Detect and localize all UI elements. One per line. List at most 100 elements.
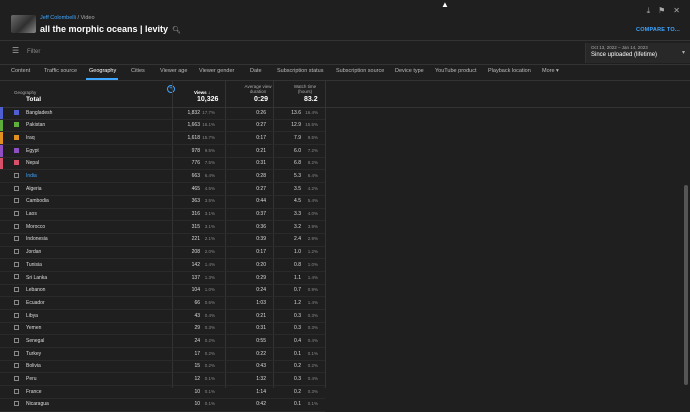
country-name[interactable]: Sri Lanka [26, 275, 47, 281]
tab-viewer-age[interactable]: Viewer age [160, 68, 187, 74]
table-row[interactable]: Nepal 776 7.5% 0:31 6.8 8.2% [0, 157, 325, 171]
filter-input[interactable]: Filter [27, 49, 40, 55]
table-row[interactable]: Jordan 208 2.0% 0:17 1.0 1.2% [0, 247, 325, 260]
row-checkbox[interactable] [14, 249, 19, 255]
row-checkbox[interactable] [14, 147, 19, 153]
table-row[interactable]: Lebanon 104 1.0% 0:24 0.7 0.9% [0, 285, 325, 298]
country-name[interactable]: Algeria [26, 186, 42, 192]
country-name[interactable]: Libya [26, 313, 38, 319]
country-name[interactable]: Cambodia [26, 198, 49, 204]
tab-subscription-source[interactable]: Subscription source [336, 68, 384, 74]
table-row[interactable]: Algeria 465 4.5% 0:27 3.5 4.2% [0, 183, 325, 196]
table-row[interactable]: Indonesia 221 2.1% 0:39 2.4 2.9% [0, 234, 325, 247]
table-row[interactable]: Turkey 17 0.2% 0:22 0.1 0.1% [0, 348, 325, 361]
download-icon[interactable]: ⤓ [647, 6, 651, 16]
video-thumbnail[interactable] [11, 15, 36, 33]
country-name[interactable]: Yemen [26, 325, 41, 331]
table-row[interactable]: Morocco 315 3.1% 0:36 3.2 3.9% [0, 221, 325, 234]
video-title-wrap[interactable]: all the morphic oceans | levity 🔍︎ [40, 24, 181, 34]
table-row[interactable]: Yemen 29 0.3% 0:31 0.3 0.3% [0, 323, 325, 336]
country-name[interactable]: Nicaragua [26, 401, 49, 407]
row-checkbox[interactable] [14, 122, 19, 128]
watch-time-column-header[interactable]: Watch time (hours) [290, 84, 320, 94]
country-name[interactable]: Lebanon [26, 287, 45, 293]
country-name[interactable]: France [26, 389, 42, 395]
row-checkbox[interactable] [14, 160, 19, 166]
views-column-header[interactable]: Views ↓ [194, 90, 210, 95]
tab-youtube-product[interactable]: YouTube product [435, 68, 477, 74]
row-checkbox[interactable] [14, 375, 19, 381]
row-checkbox[interactable] [14, 172, 19, 178]
table-row[interactable]: France 10 0.1% 1:14 0.2 0.3% [0, 386, 325, 399]
geography-column-header[interactable]: Geography [14, 90, 36, 95]
country-name[interactable]: Egypt [26, 148, 39, 154]
channel-link[interactable]: Jeff Colombelli [40, 15, 76, 21]
table-row[interactable]: Cambodia 363 3.5% 0:44 4.5 5.4% [0, 196, 325, 209]
country-name[interactable]: Bolivia [26, 363, 41, 369]
row-checkbox[interactable] [14, 350, 19, 356]
table-row[interactable]: Ecuador 66 0.6% 1:03 1.2 1.4% [0, 297, 325, 310]
row-checkbox[interactable] [14, 134, 19, 140]
country-name[interactable]: Pakistan [26, 122, 45, 128]
table-row[interactable]: Peru 12 0.1% 1:32 0.3 0.4% [0, 373, 325, 387]
date-range-selector[interactable]: Oct 13, 2022 – Jan 14, 2023 Since upload… [585, 43, 690, 63]
table-row[interactable]: Iraq 1,618 15.7% 0:17 7.9 9.5% [0, 132, 325, 146]
tab-playback-location[interactable]: Playback location [488, 68, 531, 74]
tab-device-type[interactable]: Device type [395, 68, 424, 74]
row-checkbox[interactable] [14, 401, 19, 407]
table-row[interactable]: Laos 316 3.1% 0:37 3.3 4.0% [0, 209, 325, 222]
row-checkbox[interactable] [14, 109, 19, 115]
scrollbar[interactable] [684, 185, 688, 385]
table-row[interactable]: Pakistan 1,663 16.1% 0:27 12.9 15.5% [0, 119, 325, 133]
tab-more[interactable]: More [542, 68, 555, 74]
row-checkbox[interactable] [14, 211, 19, 216]
tab-content[interactable]: Content [11, 68, 30, 74]
tab-viewer-gender[interactable]: Viewer gender [199, 68, 234, 74]
country-name[interactable]: Laos [26, 211, 37, 217]
country-name[interactable]: Peru [26, 376, 37, 382]
compare-to-button[interactable]: COMPARE TO... [636, 27, 680, 33]
close-icon[interactable]: ✕ [673, 6, 680, 16]
country-name[interactable]: Senegal [26, 338, 44, 344]
search-icon[interactable]: 🔍︎ [172, 26, 181, 34]
tab-cities[interactable]: Cities [131, 68, 145, 74]
country-name[interactable]: India [26, 173, 37, 179]
table-row[interactable]: Tunisia 142 1.4% 0:20 0.8 1.0% [0, 259, 325, 272]
country-name[interactable]: Tunisia [26, 262, 42, 268]
country-name[interactable]: Iraq [26, 135, 35, 141]
filter-icon[interactable]: ☰ [12, 46, 19, 55]
feedback-icon[interactable]: ⚑ [658, 6, 665, 16]
table-row[interactable]: Egypt 978 9.5% 0:21 6.0 7.2% [0, 145, 325, 158]
row-checkbox[interactable] [14, 325, 19, 331]
row-checkbox[interactable] [14, 337, 19, 343]
row-checkbox[interactable] [14, 287, 19, 293]
row-checkbox[interactable] [14, 236, 19, 242]
tab-subscription-status[interactable]: Subscription status [277, 68, 323, 74]
table-row[interactable]: Bangladesh 1,832 17.7% 0:26 13.6 16.4% [0, 107, 325, 120]
row-checkbox[interactable] [14, 261, 19, 267]
row-checkbox[interactable] [14, 198, 19, 204]
add-metric-button[interactable]: + [167, 85, 175, 93]
tab-date[interactable]: Date [250, 68, 262, 74]
table-row[interactable]: Libya 43 0.4% 0:21 0.3 0.3% [0, 310, 325, 323]
country-name[interactable]: Jordan [26, 249, 41, 255]
tab-geography[interactable]: Geography [89, 68, 116, 74]
tab-traffic-source[interactable]: Traffic source [44, 68, 77, 74]
row-checkbox[interactable] [14, 312, 19, 318]
country-name[interactable]: Turkey [26, 351, 41, 357]
country-name[interactable]: Bangladesh [26, 110, 52, 116]
table-row[interactable]: Bolivia 15 0.2% 0:43 0.2 0.2% [0, 361, 325, 374]
table-row[interactable]: Senegal 24 0.2% 0:55 0.4 0.4% [0, 335, 325, 349]
country-name[interactable]: Nepal [26, 160, 39, 166]
row-checkbox[interactable] [14, 274, 19, 280]
country-name[interactable]: Ecuador [26, 300, 45, 306]
avd-column-header[interactable]: Average view duration [240, 84, 276, 94]
row-checkbox[interactable] [14, 388, 19, 394]
table-row[interactable]: India 663 6.4% 0:28 5.3 6.4% [0, 170, 325, 184]
row-checkbox[interactable] [14, 299, 19, 305]
row-checkbox[interactable] [14, 363, 19, 369]
country-name[interactable]: Indonesia [26, 236, 48, 242]
table-row[interactable]: Sri Lanka 137 1.3% 0:29 1.1 1.4% [0, 272, 325, 285]
table-row[interactable]: Nicaragua 10 0.1% 0:42 0.1 0.1% [0, 399, 325, 412]
row-checkbox[interactable] [14, 223, 19, 229]
